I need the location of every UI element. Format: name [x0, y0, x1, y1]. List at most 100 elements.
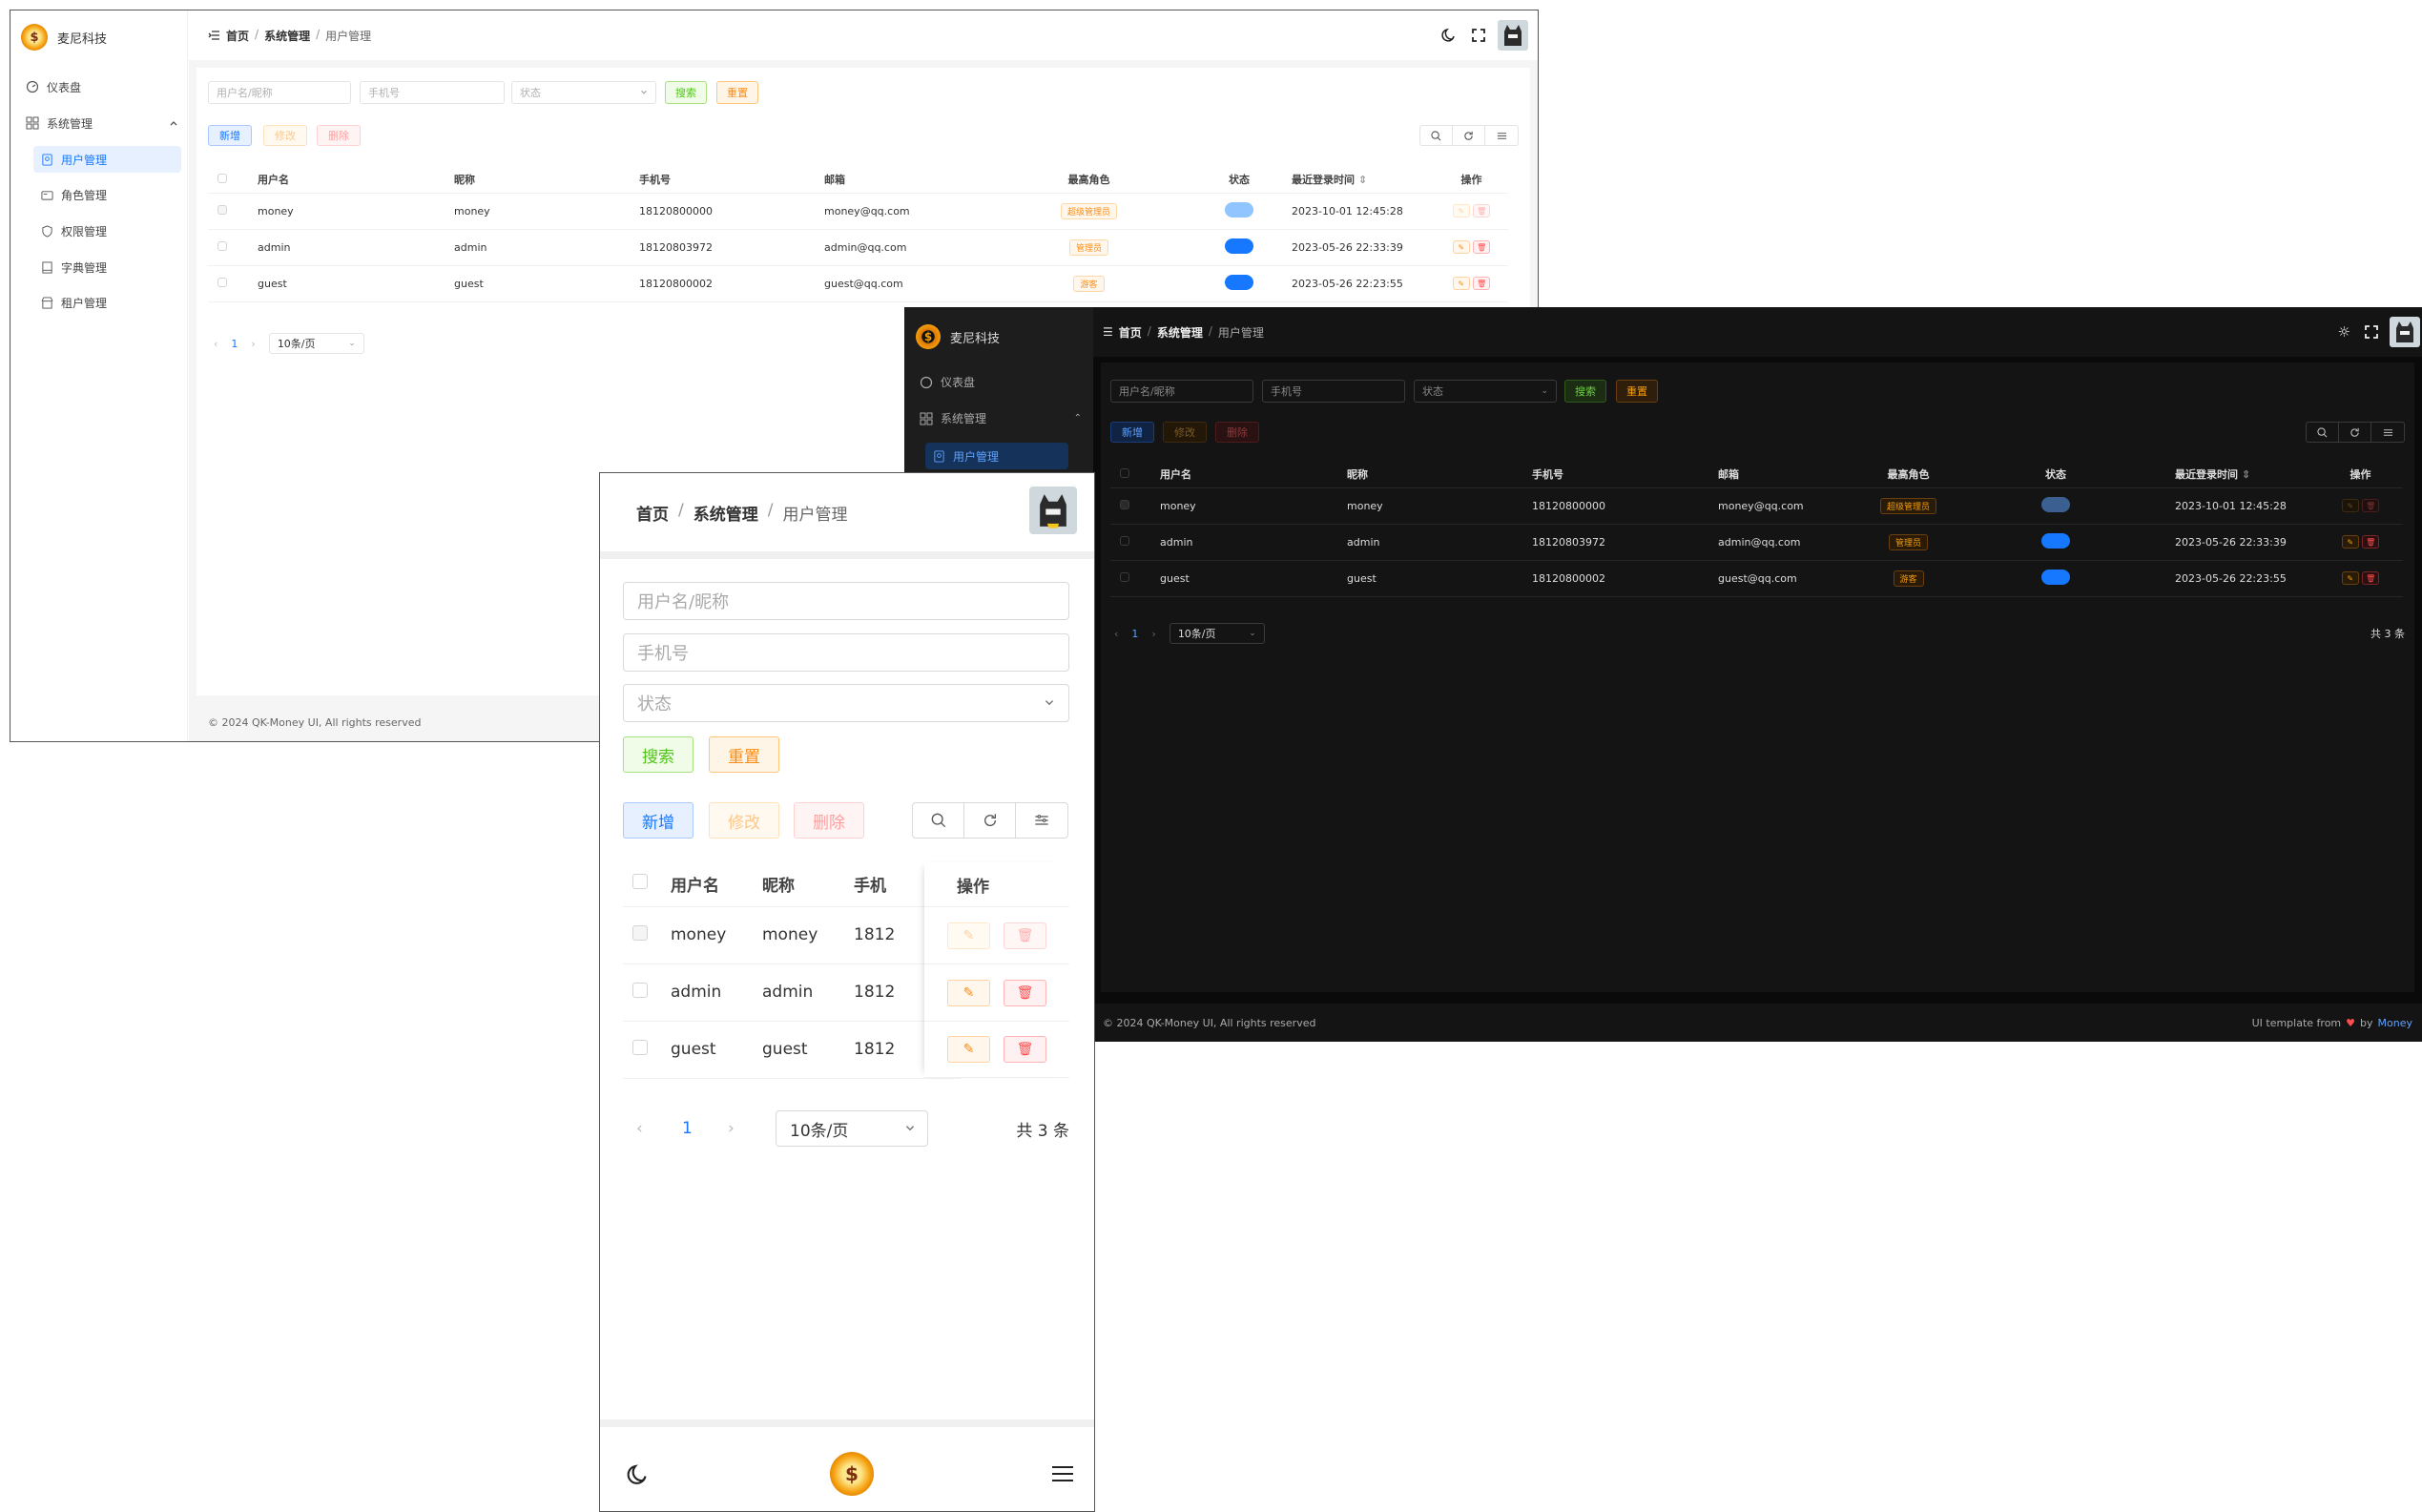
row-edit-button[interactable]: ✎ — [947, 922, 990, 949]
row-edit-button[interactable]: ✎ — [2341, 499, 2359, 513]
fullscreen-icon[interactable] — [1472, 29, 1485, 42]
status-select[interactable]: 状态 ⌄ — [1414, 380, 1557, 403]
row-edit-button[interactable]: ✎ — [1452, 277, 1470, 291]
status-toggle[interactable] — [1225, 201, 1253, 217]
sun-icon[interactable]: ☼ — [2338, 323, 2350, 341]
refresh-icon[interactable] — [1453, 126, 1485, 145]
next-page-icon[interactable]: › — [1151, 628, 1155, 640]
sidebar-group-system[interactable]: 系统管理 — [26, 110, 178, 136]
search-button[interactable]: 搜索 — [665, 81, 707, 104]
row-checkbox[interactable] — [217, 277, 227, 287]
phone-search-input[interactable]: 手机号 — [360, 81, 505, 104]
delete-button[interactable]: 删除 — [794, 802, 864, 839]
moon-icon[interactable] — [1441, 28, 1457, 43]
search-icon[interactable] — [1420, 126, 1453, 145]
row-checkbox[interactable] — [1120, 499, 1129, 509]
status-select[interactable]: 状态 — [623, 684, 1069, 722]
add-button[interactable]: 新增 — [208, 125, 252, 146]
breadcrumb-system[interactable]: 系统管理 — [1157, 324, 1203, 341]
row-delete-button[interactable]: 🗑 — [1004, 1036, 1046, 1063]
status-select[interactable]: 状态 — [511, 81, 656, 104]
footer-author-link[interactable]: Money — [2378, 1017, 2412, 1029]
row-delete-button[interactable]: 🗑 — [1473, 204, 1491, 218]
brand[interactable]: $ 麦尼科技 — [916, 324, 1000, 349]
reset-button[interactable]: 重置 — [1616, 380, 1658, 403]
next-page-icon[interactable]: › — [251, 338, 255, 350]
settings-icon[interactable] — [1485, 126, 1518, 145]
status-toggle[interactable] — [2041, 569, 2071, 585]
edit-button[interactable]: 修改 — [709, 802, 779, 839]
search-button[interactable]: 搜索 — [1564, 380, 1606, 403]
avatar[interactable] — [1498, 20, 1528, 51]
search-icon[interactable] — [913, 803, 964, 838]
row-delete-button[interactable]: 🗑 — [1473, 277, 1491, 291]
menu-fold-icon[interactable] — [208, 30, 220, 41]
settings-icon[interactable] — [1016, 803, 1067, 838]
row-edit-button[interactable]: ✎ — [1452, 204, 1470, 218]
refresh-icon[interactable] — [2339, 423, 2371, 442]
row-edit-button[interactable]: ✎ — [2341, 571, 2359, 586]
refresh-icon[interactable] — [964, 803, 1016, 838]
edit-button[interactable]: 修改 — [263, 125, 307, 146]
breadcrumb-system[interactable]: 系统管理 — [264, 28, 310, 44]
prev-page-icon[interactable]: ‹ — [636, 1119, 682, 1138]
breadcrumb-home[interactable]: 首页 — [226, 28, 249, 44]
settings-icon[interactable] — [2371, 423, 2404, 442]
avatar[interactable] — [2390, 317, 2420, 347]
sidebar-item-users[interactable]: 用户管理 — [925, 443, 1068, 469]
select-all-checkbox[interactable] — [217, 173, 227, 183]
prev-page-icon[interactable]: ‹ — [214, 338, 217, 350]
username-search-input[interactable]: 用户名/昵称 — [208, 81, 351, 104]
page-size-select[interactable]: 10条/页 ⌄ — [1169, 623, 1265, 644]
breadcrumb-system[interactable]: 系统管理 — [693, 501, 758, 525]
sidebar-item-dashboard[interactable]: 仪表盘 — [920, 374, 975, 390]
row-checkbox[interactable] — [632, 924, 648, 941]
breadcrumb-home[interactable]: 首页 — [636, 501, 669, 525]
row-delete-button[interactable]: 🗑 — [1004, 979, 1046, 1006]
status-toggle[interactable] — [1225, 238, 1253, 254]
row-delete-button[interactable]: 🗑 — [2362, 571, 2380, 586]
delete-button[interactable]: 删除 — [1215, 422, 1259, 443]
column-header-sortable[interactable]: 最近登录时间 ⇕ — [2175, 462, 2318, 487]
page-number-current[interactable]: 1 — [1131, 628, 1138, 640]
status-toggle[interactable] — [2041, 532, 2071, 549]
row-delete-button[interactable]: 🗑 — [2362, 535, 2380, 549]
sidebar-item-tenants[interactable]: 租户管理 — [33, 289, 181, 316]
username-search-input[interactable]: 用户名/昵称 — [1110, 380, 1253, 403]
row-checkbox[interactable] — [1120, 535, 1129, 546]
delete-button[interactable]: 删除 — [317, 125, 361, 146]
next-page-icon[interactable]: › — [728, 1119, 776, 1138]
status-toggle[interactable] — [2041, 496, 2071, 512]
search-icon[interactable] — [2307, 423, 2339, 442]
phone-search-input[interactable]: 手机号 — [623, 633, 1069, 672]
row-edit-button[interactable]: ✎ — [947, 1036, 990, 1063]
fullscreen-icon[interactable] — [2365, 325, 2378, 339]
prev-page-icon[interactable]: ‹ — [1114, 628, 1118, 640]
page-number-current[interactable]: 1 — [231, 338, 238, 350]
logo-icon[interactable]: $ — [830, 1452, 874, 1496]
select-all-checkbox[interactable] — [632, 874, 648, 890]
column-header-sortable[interactable]: 最近登录时间 ⇕ — [1292, 167, 1435, 193]
hamburger-menu-icon[interactable] — [1052, 1465, 1073, 1482]
search-button[interactable]: 搜索 — [623, 736, 693, 773]
row-checkbox[interactable] — [632, 1039, 648, 1055]
row-delete-button[interactable]: 🗑 — [1473, 240, 1491, 255]
menu-fold-icon[interactable]: ☰ — [1103, 325, 1113, 339]
moon-icon[interactable] — [627, 1463, 650, 1486]
avatar[interactable] — [1029, 487, 1077, 534]
edit-button[interactable]: 修改 — [1163, 422, 1207, 443]
add-button[interactable]: 新增 — [623, 802, 693, 839]
row-edit-button[interactable]: ✎ — [1452, 240, 1470, 255]
sidebar-item-users[interactable]: 用户管理 — [33, 146, 181, 173]
sidebar-item-dictionary[interactable]: 字典管理 — [33, 254, 181, 280]
phone-search-input[interactable]: 手机号 — [1262, 380, 1405, 403]
row-delete-button[interactable]: 🗑 — [2362, 499, 2380, 513]
sidebar-group-system[interactable]: 系统管理 ⌃ — [920, 410, 1082, 426]
sidebar-item-roles[interactable]: 角色管理 — [33, 181, 181, 208]
page-size-select[interactable]: 10条/页 — [776, 1110, 928, 1147]
row-checkbox[interactable] — [632, 982, 648, 998]
username-search-input[interactable]: 用户名/昵称 — [623, 582, 1069, 620]
reset-button[interactable]: 重置 — [709, 736, 779, 773]
brand[interactable]: $ 麦尼科技 — [21, 24, 107, 51]
reset-button[interactable]: 重置 — [716, 81, 758, 104]
